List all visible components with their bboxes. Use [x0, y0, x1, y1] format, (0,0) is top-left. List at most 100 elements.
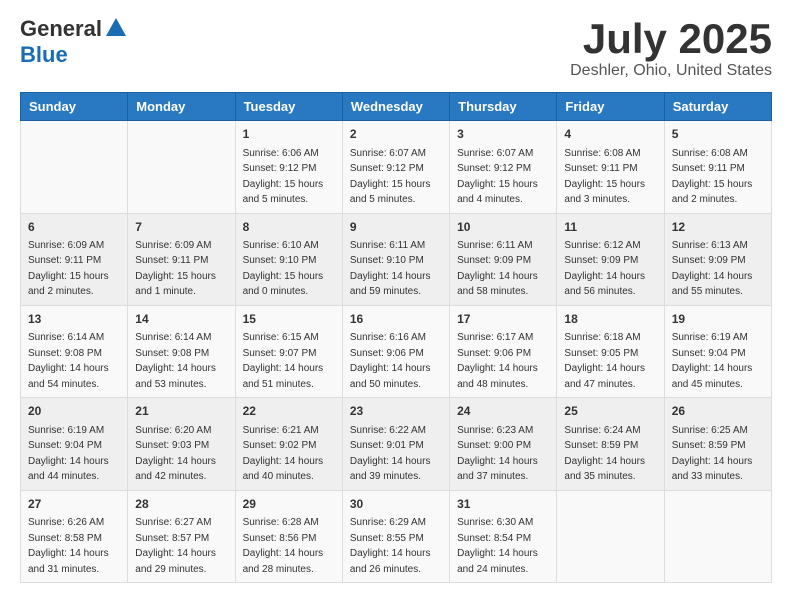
day-number: 11 — [564, 219, 656, 236]
day-number: 6 — [28, 219, 120, 236]
calendar-cell: 5 Sunrise: 6:08 AM Sunset: 9:11 PM Daylig… — [664, 121, 771, 213]
calendar-cell: 13Sunrise: 6:14 AM Sunset: 9:08 PM Dayli… — [21, 305, 128, 397]
calendar-cell: 3Sunrise: 6:07 AM Sunset: 9:12 PM Daylig… — [450, 121, 557, 213]
day-number: 28 — [135, 496, 227, 513]
calendar-header-row: SundayMondayTuesdayWednesdayThursdayFrid… — [21, 93, 772, 121]
calendar-cell: 21 Sunrise: 6:20 AM Sunset: 9:03 PM Dayli… — [128, 398, 235, 490]
day-info: Sunrise: 6:11 AM Sunset: 9:10 PM Dayligh… — [350, 240, 431, 298]
day-number: 10 — [457, 219, 549, 236]
title-block: July 2025 Deshler, Ohio, United States — [570, 16, 772, 80]
logo: General Blue — [20, 16, 126, 68]
calendar-week-3: 13Sunrise: 6:14 AM Sunset: 9:08 PM Dayli… — [21, 305, 772, 397]
logo-triangle-icon — [106, 18, 126, 36]
weekday-header-friday: Friday — [557, 93, 664, 121]
day-number: 24 — [457, 403, 549, 420]
calendar-cell: 18 Sunrise: 6:18 AM Sunset: 9:05 PM Dayli… — [557, 305, 664, 397]
day-info: Sunrise: 6:08 AM Sunset: 9:11 PM Dayligh… — [672, 148, 753, 206]
calendar-body: 1 Sunrise: 6:06 AM Sunset: 9:12 PM Daylig… — [21, 121, 772, 583]
day-number: 5 — [672, 126, 764, 143]
day-info: Sunrise: 6:07 AM Sunset: 9:12 PM Dayligh… — [350, 148, 431, 206]
calendar-cell: 16 Sunrise: 6:16 AM Sunset: 9:06 PM Dayli… — [342, 305, 449, 397]
day-info: Sunrise: 6:16 AM Sunset: 9:06 PM Dayligh… — [350, 332, 431, 390]
day-number: 8 — [243, 219, 335, 236]
day-number: 12 — [672, 219, 764, 236]
calendar-cell: 4Sunrise: 6:08 AM Sunset: 9:11 PM Daylig… — [557, 121, 664, 213]
day-number: 27 — [28, 496, 120, 513]
day-number: 23 — [350, 403, 442, 420]
day-number: 26 — [672, 403, 764, 420]
day-number: 9 — [350, 219, 442, 236]
day-number: 13 — [28, 311, 120, 328]
calendar-cell: 12 Sunrise: 6:13 AM Sunset: 9:09 PM Dayli… — [664, 213, 771, 305]
day-info: Sunrise: 6:09 AM Sunset: 9:11 PM Dayligh… — [28, 240, 109, 298]
weekday-header-thursday: Thursday — [450, 93, 557, 121]
day-info: Sunrise: 6:11 AM Sunset: 9:09 PM Dayligh… — [457, 240, 538, 298]
calendar-cell: 14Sunrise: 6:14 AM Sunset: 9:08 PM Dayli… — [128, 305, 235, 397]
calendar-week-1: 1 Sunrise: 6:06 AM Sunset: 9:12 PM Daylig… — [21, 121, 772, 213]
day-number: 7 — [135, 219, 227, 236]
day-number: 25 — [564, 403, 656, 420]
calendar-cell: 27Sunrise: 6:26 AM Sunset: 8:58 PM Dayli… — [21, 490, 128, 582]
day-number: 30 — [350, 496, 442, 513]
calendar-table: SundayMondayTuesdayWednesdayThursdayFrid… — [20, 92, 772, 583]
day-info: Sunrise: 6:23 AM Sunset: 9:00 PM Dayligh… — [457, 425, 538, 483]
day-info: Sunrise: 6:25 AM Sunset: 8:59 PM Dayligh… — [672, 425, 753, 483]
calendar-cell: 24 Sunrise: 6:23 AM Sunset: 9:00 PM Dayli… — [450, 398, 557, 490]
calendar-cell: 19 Sunrise: 6:19 AM Sunset: 9:04 PM Dayli… — [664, 305, 771, 397]
day-number: 31 — [457, 496, 549, 513]
location-text: Deshler, Ohio, United States — [570, 62, 772, 80]
page-header: General Blue July 2025 Deshler, Ohio, Un… — [20, 16, 772, 80]
calendar-week-5: 27Sunrise: 6:26 AM Sunset: 8:58 PM Dayli… — [21, 490, 772, 582]
calendar-cell: 17 Sunrise: 6:17 AM Sunset: 9:06 PM Dayli… — [450, 305, 557, 397]
weekday-header-tuesday: Tuesday — [235, 93, 342, 121]
calendar-cell: 7Sunrise: 6:09 AM Sunset: 9:11 PM Daylig… — [128, 213, 235, 305]
day-number: 15 — [243, 311, 335, 328]
calendar-cell: 31Sunrise: 6:30 AM Sunset: 8:54 PM Dayli… — [450, 490, 557, 582]
calendar-cell — [128, 121, 235, 213]
day-number: 21 — [135, 403, 227, 420]
calendar-week-4: 20Sunrise: 6:19 AM Sunset: 9:04 PM Dayli… — [21, 398, 772, 490]
day-info: Sunrise: 6:17 AM Sunset: 9:06 PM Dayligh… — [457, 332, 538, 390]
calendar-cell: 23 Sunrise: 6:22 AM Sunset: 9:01 PM Dayli… — [342, 398, 449, 490]
calendar-cell — [664, 490, 771, 582]
day-info: Sunrise: 6:13 AM Sunset: 9:09 PM Dayligh… — [672, 240, 753, 298]
day-info: Sunrise: 6:06 AM Sunset: 9:12 PM Dayligh… — [243, 148, 324, 206]
day-info: Sunrise: 6:22 AM Sunset: 9:01 PM Dayligh… — [350, 425, 431, 483]
day-number: 2 — [350, 126, 442, 143]
day-number: 19 — [672, 311, 764, 328]
day-info: Sunrise: 6:20 AM Sunset: 9:03 PM Dayligh… — [135, 425, 216, 483]
calendar-cell: 28 Sunrise: 6:27 AM Sunset: 8:57 PM Dayli… — [128, 490, 235, 582]
day-number: 18 — [564, 311, 656, 328]
month-title: July 2025 — [570, 16, 772, 62]
calendar-week-2: 6 Sunrise: 6:09 AM Sunset: 9:11 PM Daylig… — [21, 213, 772, 305]
calendar-cell: 9 Sunrise: 6:11 AM Sunset: 9:10 PM Daylig… — [342, 213, 449, 305]
day-number: 16 — [350, 311, 442, 328]
calendar-cell: 29Sunrise: 6:28 AM Sunset: 8:56 PM Dayli… — [235, 490, 342, 582]
day-info: Sunrise: 6:27 AM Sunset: 8:57 PM Dayligh… — [135, 517, 216, 575]
calendar-cell — [557, 490, 664, 582]
logo-general-text: General — [20, 16, 102, 42]
day-number: 29 — [243, 496, 335, 513]
day-info: Sunrise: 6:07 AM Sunset: 9:12 PM Dayligh… — [457, 148, 538, 206]
day-info: Sunrise: 6:19 AM Sunset: 9:04 PM Dayligh… — [672, 332, 753, 390]
day-info: Sunrise: 6:10 AM Sunset: 9:10 PM Dayligh… — [243, 240, 324, 298]
day-number: 17 — [457, 311, 549, 328]
day-info: Sunrise: 6:29 AM Sunset: 8:55 PM Dayligh… — [350, 517, 431, 575]
day-info: Sunrise: 6:08 AM Sunset: 9:11 PM Dayligh… — [564, 148, 645, 206]
day-info: Sunrise: 6:15 AM Sunset: 9:07 PM Dayligh… — [243, 332, 324, 390]
day-number: 14 — [135, 311, 227, 328]
day-info: Sunrise: 6:12 AM Sunset: 9:09 PM Dayligh… — [564, 240, 645, 298]
calendar-cell: 11 Sunrise: 6:12 AM Sunset: 9:09 PM Dayli… — [557, 213, 664, 305]
day-number: 1 — [243, 126, 335, 143]
calendar-cell: 8 Sunrise: 6:10 AM Sunset: 9:10 PM Daylig… — [235, 213, 342, 305]
weekday-header-monday: Monday — [128, 93, 235, 121]
day-info: Sunrise: 6:18 AM Sunset: 9:05 PM Dayligh… — [564, 332, 645, 390]
day-info: Sunrise: 6:21 AM Sunset: 9:02 PM Dayligh… — [243, 425, 324, 483]
calendar-cell: 25 Sunrise: 6:24 AM Sunset: 8:59 PM Dayli… — [557, 398, 664, 490]
calendar-cell — [21, 121, 128, 213]
calendar-cell: 10 Sunrise: 6:11 AM Sunset: 9:09 PM Dayli… — [450, 213, 557, 305]
calendar-cell: 2 Sunrise: 6:07 AM Sunset: 9:12 PM Daylig… — [342, 121, 449, 213]
day-info: Sunrise: 6:24 AM Sunset: 8:59 PM Dayligh… — [564, 425, 645, 483]
day-number: 22 — [243, 403, 335, 420]
calendar-cell: 30 Sunrise: 6:29 AM Sunset: 8:55 PM Dayli… — [342, 490, 449, 582]
